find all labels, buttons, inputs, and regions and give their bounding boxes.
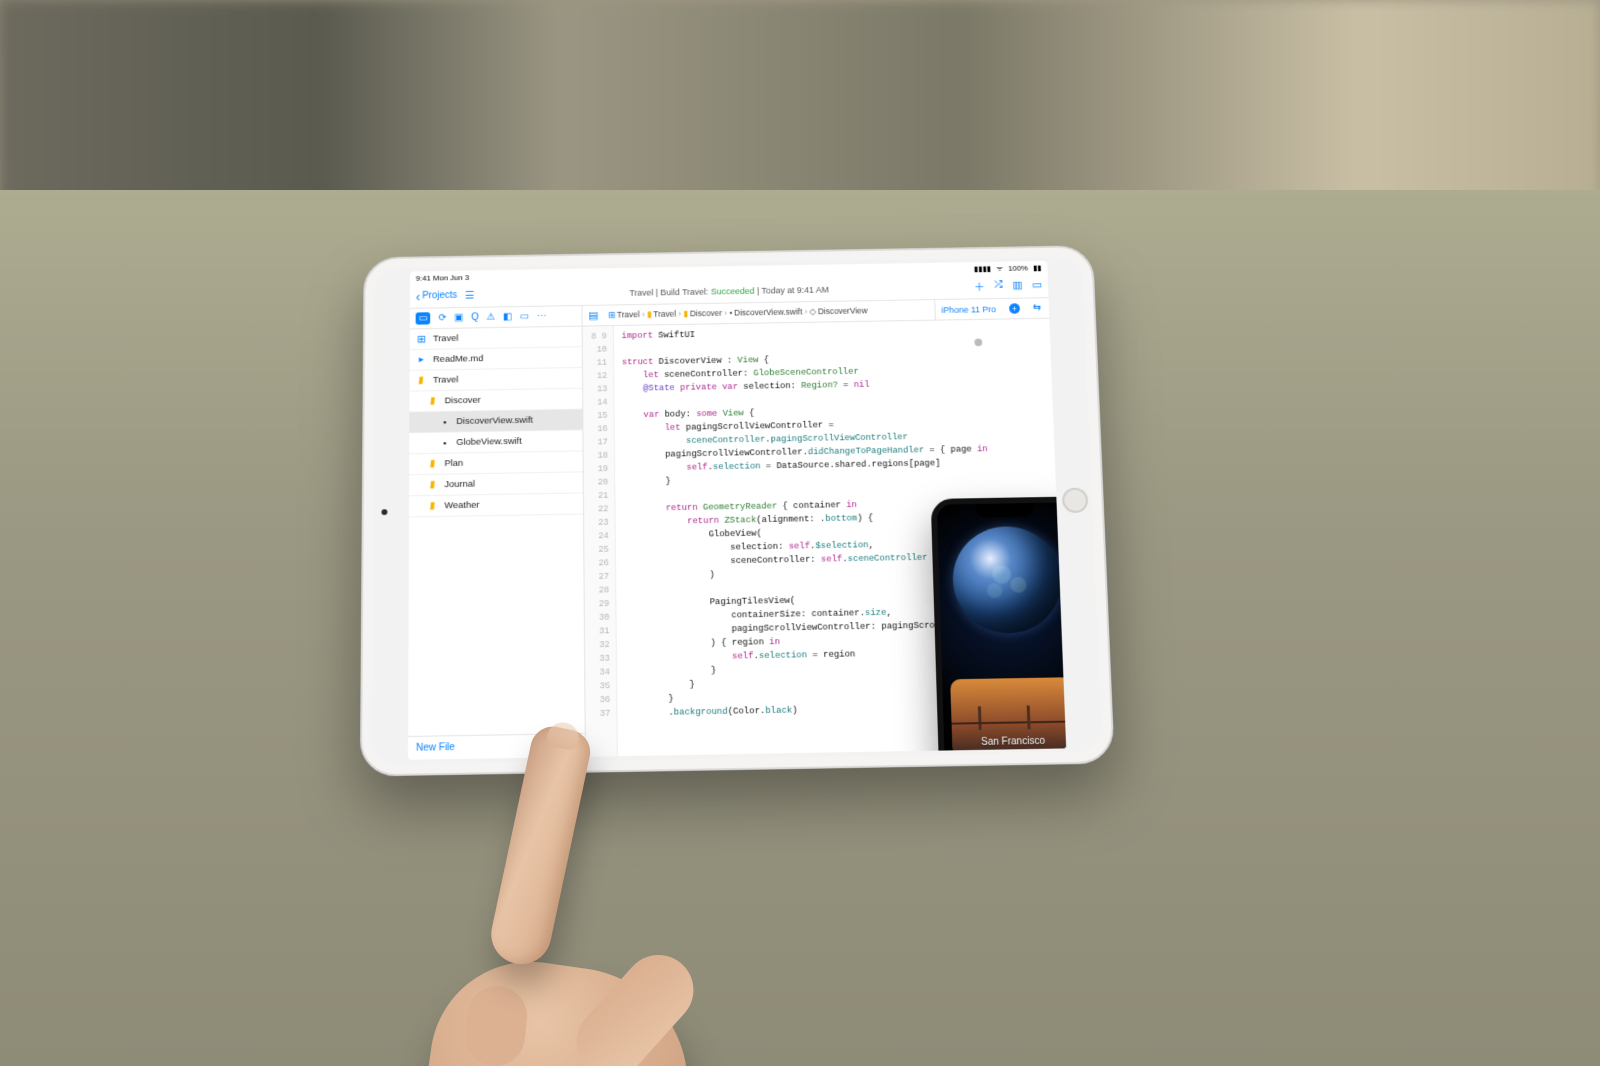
file-tree-label: DiscoverView.swift — [456, 415, 533, 427]
activity-status[interactable]: Travel | Build Travel: Succeeded | Today… — [629, 285, 829, 298]
file-tree-item[interactable]: Travel — [410, 327, 582, 351]
status-date: Mon Jun 3 — [433, 273, 469, 282]
chevron-right-icon — [676, 309, 683, 318]
build-scheme: Build Travel: — [660, 287, 708, 297]
file-tree-item[interactable]: Weather — [409, 493, 583, 517]
new-file-button[interactable]: New File — [416, 742, 455, 754]
file-tree-label: Travel — [433, 375, 458, 386]
navigator-more-icon[interactable]: ⋯ — [537, 311, 547, 321]
file-tree-label: Discover — [445, 395, 481, 406]
breadcrumb-segment[interactable]: Travel — [617, 310, 640, 320]
battery-full-icon: ▮▮ — [1033, 263, 1042, 272]
wifi-icon: ᯤ — [996, 264, 1003, 272]
library-button[interactable]: ▥ — [1012, 278, 1023, 293]
file-tree-item[interactable]: Discover — [409, 389, 582, 413]
folder-icon: ▮ — [647, 309, 652, 318]
navigator-symbols-icon[interactable]: ▣ — [454, 313, 463, 323]
device-picker[interactable]: iPhone 11 Pro + ⇆ — [934, 298, 1049, 320]
status-battery-text: 100% — [1008, 263, 1028, 272]
swift-icon — [439, 437, 451, 449]
file-tree[interactable]: Travel ReadMe.md Travel Discover DiscoverVie… — [408, 327, 585, 736]
home-button[interactable] — [1062, 488, 1089, 513]
folder-icon: ▮ — [683, 309, 688, 318]
symbol-icon: ◇ — [809, 307, 816, 316]
navigator-project-icon[interactable]: ▭ — [416, 312, 431, 324]
breadcrumb-segment[interactable]: DiscoverView — [818, 306, 868, 316]
run-button[interactable]: ⤮ — [994, 279, 1003, 294]
filter-button[interactable]: ⊜ — [563, 739, 577, 753]
file-tree-item[interactable]: DiscoverView.swift — [409, 409, 582, 433]
bridge-silhouette-icon — [951, 705, 1066, 731]
file-tree-item[interactable]: ReadMe.md — [410, 347, 582, 371]
folder-icon — [427, 500, 439, 512]
navigator-breakpoints-icon[interactable]: ▭ — [520, 312, 529, 322]
device-picker-label: iPhone 11 Pro — [941, 304, 996, 314]
file-tree-label: GlobeView.swift — [456, 436, 521, 448]
panel-toggle-button[interactable]: ▭ — [1032, 278, 1043, 293]
md-icon — [415, 354, 427, 365]
file-tree-label: Weather — [444, 500, 479, 511]
code-editor[interactable]: 8 9 10 11 12 13 14 15 16 17 18 19 20 21 … — [583, 319, 1067, 757]
stepper-arrows-icon[interactable]: ⇆ — [1033, 303, 1043, 313]
breadcrumb-segment[interactable]: DiscoverView.swift — [734, 307, 802, 318]
back-label: Projects — [422, 290, 457, 301]
file-tree-item[interactable]: Travel — [410, 368, 583, 392]
folder-icon — [427, 479, 439, 491]
cell-signal-icon: ▮▮▮▮ — [974, 264, 991, 273]
back-button[interactable]: Projects — [416, 290, 457, 301]
project-navigator: Travel ReadMe.md Travel Discover DiscoverVie… — [408, 327, 586, 760]
list-view-toggle[interactable]: ☰ — [465, 289, 475, 301]
breadcrumb-segment[interactable]: Travel — [653, 309, 676, 319]
project-icon: ⊞ — [608, 310, 615, 319]
front-camera-icon — [381, 509, 387, 515]
preview-region-card[interactable]: San Francisco — [950, 677, 1066, 756]
navigator-debug-icon[interactable]: ◧ — [503, 312, 512, 322]
build-status: Succeeded — [711, 286, 755, 296]
minimap-cursor-icon — [974, 339, 982, 347]
folder-icon — [427, 395, 439, 407]
file-tree-label: Travel — [433, 333, 458, 344]
add-button[interactable]: ＋ — [974, 279, 985, 294]
navigator-find-icon[interactable]: Q — [471, 312, 479, 322]
folder-icon — [415, 375, 427, 387]
preview-card-label: San Francisco — [952, 734, 1066, 750]
breadcrumb-segment[interactable]: Discover — [690, 308, 722, 318]
navigator-selector: ▭ ⟳ ▣ Q ⚠ ◧ ▭ ⋯ — [410, 306, 583, 329]
build-project: Travel — [629, 287, 653, 297]
build-time: Today at 9:41 AM — [761, 285, 829, 295]
folder-icon — [427, 458, 439, 470]
toggle-gutter-icon[interactable]: ▤ — [588, 309, 598, 321]
file-tree-item[interactable]: GlobeView.swift — [409, 430, 582, 454]
swift-icon: ▪ — [729, 308, 732, 317]
ipad-device-frame: 9:41 Mon Jun 3 ▮▮▮▮ ᯤ 100% ▮▮ Projects ☰… — [360, 245, 1115, 776]
file-tree-label: ReadMe.md — [433, 354, 483, 365]
canvas-preview-device[interactable]: San Francisco — [931, 496, 1067, 759]
sidebar-footer: New File ⊜ — [408, 733, 585, 760]
file-tree-item[interactable]: Plan — [409, 451, 583, 475]
line-number-gutter[interactable]: 8 9 10 11 12 13 14 15 16 17 18 19 20 21 … — [583, 326, 618, 757]
add-device-button[interactable]: + — [1009, 303, 1020, 313]
ipad-screen: 9:41 Mon Jun 3 ▮▮▮▮ ᯤ 100% ▮▮ Projects ☰… — [408, 261, 1066, 760]
swift-icon — [439, 416, 451, 428]
phone-notch-icon — [975, 503, 1034, 517]
project-icon — [416, 333, 428, 344]
navigator-source-control-icon[interactable]: ⟳ — [438, 313, 446, 323]
status-time: 9:41 — [416, 274, 431, 283]
file-tree-label: Plan — [444, 458, 463, 469]
navigator-issues-icon[interactable]: ⚠ — [487, 312, 496, 322]
file-tree-label: Journal — [444, 479, 475, 490]
file-tree-item[interactable]: Journal — [409, 472, 583, 496]
